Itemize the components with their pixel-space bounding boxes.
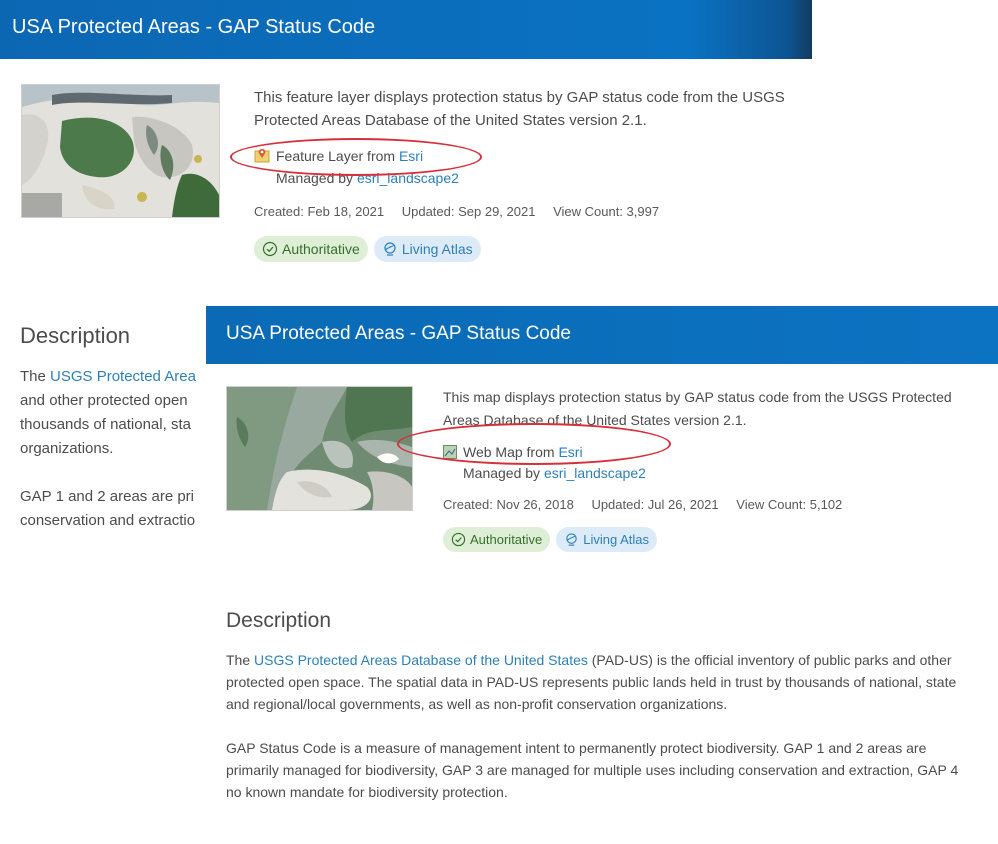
description-heading: Description — [226, 609, 332, 632]
item-badges: Authoritative Living Atlas — [443, 527, 658, 552]
created-date: Created: Feb 18, 2021 — [254, 204, 385, 219]
description-line: GAP 1 and 2 areas are pri — [20, 488, 194, 505]
description-paragraph: The USGS Protected Areas Database of the… — [226, 649, 966, 715]
description-text: The USGS Protected Areas Database of the… — [226, 649, 966, 825]
item-header: USA Protected Areas - GAP Status Code — [206, 306, 998, 364]
check-circle-icon — [451, 532, 466, 547]
view-count: View Count: 3,997 — [553, 204, 660, 219]
managed-by-link[interactable]: esri_landscape2 — [357, 170, 459, 186]
description-line: conservation and extractio — [20, 512, 196, 529]
map-thumbnail-image — [22, 85, 219, 217]
item-badges: Authoritative Living Atlas — [254, 236, 481, 262]
updated-date: Updated: Sep 29, 2021 — [401, 204, 536, 219]
living-atlas-badge[interactable]: Living Atlas — [373, 236, 481, 262]
updated-date: Updated: Jul 26, 2021 — [591, 497, 719, 512]
description-text: The USGS Protected Area and other protec… — [20, 365, 206, 461]
description-text-2: GAP 1 and 2 areas are pri conservation a… — [20, 485, 206, 533]
managed-by-line: Managed by esri_landscape2 — [276, 170, 459, 186]
item-title: USA Protected Areas - GAP Status Code — [226, 323, 571, 344]
item-summary: This feature layer displays protection s… — [254, 89, 785, 129]
description-line: organizations. — [20, 440, 114, 457]
item-type-label: Web Map from — [463, 444, 559, 460]
item-metadata: Created: Feb 18, 2021 Updated: Sep 29, 2… — [254, 204, 673, 219]
web-map-icon — [443, 445, 457, 462]
item-thumbnail[interactable] — [226, 386, 413, 511]
authoritative-label: Authoritative — [282, 241, 360, 257]
item-title: USA Protected Areas - GAP Status Code — [12, 16, 376, 38]
item-metadata: Created: Nov 26, 2018 Updated: Jul 26, 2… — [443, 497, 856, 512]
item-type-line: Feature Layer from Esri — [254, 147, 423, 166]
managed-by-label: Managed by — [463, 465, 544, 481]
description-prefix: The — [226, 652, 255, 668]
managed-by-line: Managed by esri_landscape2 — [463, 465, 646, 481]
managed-by-label: Managed by — [276, 170, 357, 186]
living-atlas-icon — [566, 533, 578, 546]
owner-link[interactable]: Esri — [558, 444, 582, 460]
map-thumbnail-image — [227, 387, 412, 510]
created-date: Created: Nov 26, 2018 — [443, 497, 574, 512]
owner-link[interactable]: Esri — [399, 148, 423, 164]
check-circle-icon — [262, 241, 278, 257]
description-heading: Description — [20, 323, 131, 348]
description-line: thousands of national, sta — [20, 416, 191, 433]
pad-us-link[interactable]: USGS Protected Areas Database of the Uni… — [254, 652, 588, 668]
item-summary: This map displays protection status by G… — [443, 389, 952, 428]
authoritative-badge[interactable]: Authoritative — [254, 236, 368, 262]
item-type-line: Web Map from Esri — [443, 444, 583, 462]
pad-us-link[interactable]: USGS Protected Area — [50, 368, 196, 385]
living-atlas-label: Living Atlas — [583, 532, 650, 547]
managed-by-link[interactable]: esri_landscape2 — [544, 465, 646, 481]
authoritative-label: Authoritative — [470, 532, 543, 547]
web-map-item-page: USA Protected Areas - GAP Status Code Th… — [206, 306, 998, 844]
description-prefix: The — [20, 368, 51, 385]
item-type-label: Feature Layer from — [276, 148, 399, 164]
living-atlas-icon — [384, 242, 396, 256]
authoritative-badge[interactable]: Authoritative — [443, 527, 551, 552]
living-atlas-label: Living Atlas — [401, 241, 473, 257]
view-count: View Count: 5,102 — [736, 497, 843, 512]
feature-layer-icon — [254, 147, 270, 166]
description-paragraph: GAP Status Code is a measure of manageme… — [226, 740, 959, 800]
item-thumbnail[interactable] — [21, 84, 220, 218]
living-atlas-badge[interactable]: Living Atlas — [556, 527, 658, 552]
description-line: and other protected open — [20, 392, 188, 409]
item-header: USA Protected Areas - GAP Status Code — [0, 0, 812, 59]
